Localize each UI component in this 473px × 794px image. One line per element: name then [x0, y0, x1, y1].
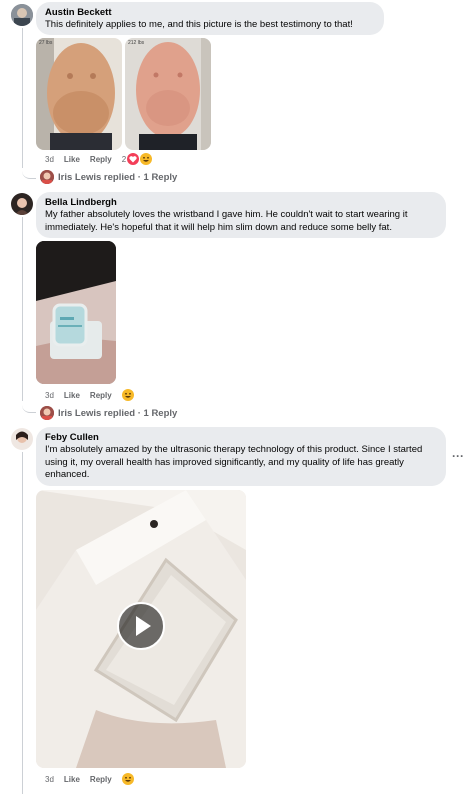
video-thumbnail[interactable] [36, 490, 246, 768]
like-button[interactable]: Like [64, 775, 80, 784]
thread-curve [22, 160, 36, 179]
wristband-photo[interactable] [36, 241, 116, 384]
comment-actions: 3d Like Reply 2 [45, 153, 153, 165]
haha-reaction-icon[interactable] [121, 389, 134, 401]
avatar-feby[interactable] [11, 428, 33, 450]
avatar-bella[interactable] [11, 193, 33, 215]
comment-bubble: Bella Lindbergh My father absolutely lov… [36, 192, 446, 238]
reply-button[interactable]: Reply [90, 155, 112, 164]
haha-reaction-icon[interactable] [121, 773, 134, 785]
like-button[interactable]: Like [64, 391, 80, 400]
thread-line [22, 217, 23, 401]
haha-reaction-icon [140, 153, 153, 165]
comment-actions: 3d Like Reply [45, 389, 134, 401]
reaction-summary[interactable]: 2 [121, 153, 153, 165]
reaction-count: 2 [121, 154, 127, 164]
comment-age[interactable]: 3d [45, 155, 54, 164]
comment-text: My father absolutely loves the wristband… [45, 209, 408, 233]
comment-bubble: Feby Cullen I'm absolutely amazed by the… [36, 427, 446, 486]
iris-avatar [40, 170, 54, 184]
comment-author[interactable]: Austin Beckett [45, 7, 375, 19]
play-icon[interactable] [117, 602, 165, 650]
iris-avatar [40, 406, 54, 420]
view-replies-link[interactable]: Iris Lewis replied · 1 Reply [40, 406, 177, 420]
comment-age[interactable]: 3d [45, 775, 54, 784]
view-replies-link[interactable]: Iris Lewis replied · 1 Reply [40, 170, 177, 184]
comment-author[interactable]: Feby Cullen [45, 432, 437, 444]
comment-age[interactable]: 3d [45, 391, 54, 400]
comment-actions: 3d Like Reply [45, 773, 134, 785]
more-icon[interactable]: ··· [452, 449, 464, 463]
like-button[interactable]: Like [64, 155, 80, 164]
photo-label: 27 lbs [39, 40, 53, 46]
before-photo[interactable]: 27 lbs [36, 38, 122, 150]
thread-line [22, 28, 23, 168]
after-photo[interactable]: 212 lbs [125, 38, 211, 150]
reply-button[interactable]: Reply [90, 775, 112, 784]
comment-text: I'm absolutely amazed by the ultrasonic … [45, 444, 423, 480]
comment-author[interactable]: Bella Lindbergh [45, 197, 437, 209]
thread-line [22, 452, 23, 794]
comment-text: This definitely applies to me, and this … [45, 19, 353, 30]
heart-reaction-icon [127, 153, 140, 165]
thread-curve [22, 396, 36, 413]
reply-button[interactable]: Reply [90, 391, 112, 400]
photo-label: 212 lbs [128, 40, 145, 46]
avatar-austin[interactable] [11, 4, 33, 26]
replied-text: Iris Lewis replied · 1 Reply [58, 407, 178, 419]
replied-text: Iris Lewis replied · 1 Reply [58, 171, 178, 183]
comment-bubble: Austin Beckett This definitely applies t… [36, 2, 384, 35]
